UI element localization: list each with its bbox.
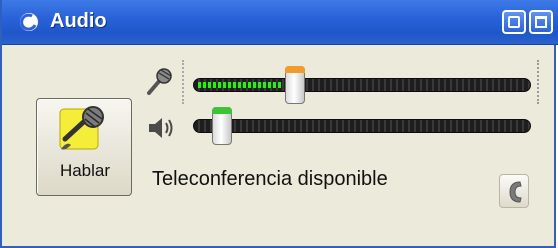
talk-button[interactable]: Hablar [36, 98, 132, 196]
window-title: Audio [50, 10, 107, 32]
microphone-icon [59, 106, 104, 150]
microphone-slider-thumb[interactable] [285, 66, 305, 104]
phone-button[interactable] [499, 174, 529, 208]
slider-start-marker [182, 60, 184, 104]
talk-button-label: Hablar [59, 161, 111, 180]
restore-button[interactable] [529, 10, 553, 34]
app-logo-icon [20, 13, 38, 31]
volume-slider-track[interactable] [193, 119, 531, 133]
title-bar[interactable]: Audio [2, 0, 558, 45]
volume-slider-thumb[interactable] [212, 107, 232, 145]
microphone-level-icon [147, 68, 172, 95]
audio-window: Audio Hablar Teleconferencia disponible [0, 0, 558, 248]
minimize-icon [508, 16, 520, 28]
slider-end-marker [537, 60, 539, 104]
speaker-volume-icon [149, 118, 173, 138]
teleconference-status: Teleconferencia disponible [152, 168, 388, 190]
phone-icon [509, 181, 522, 203]
microphone-level-meter [198, 82, 281, 88]
minimize-button[interactable] [502, 10, 526, 34]
restore-icon [535, 16, 547, 28]
microphone-slider-track[interactable] [193, 78, 531, 92]
